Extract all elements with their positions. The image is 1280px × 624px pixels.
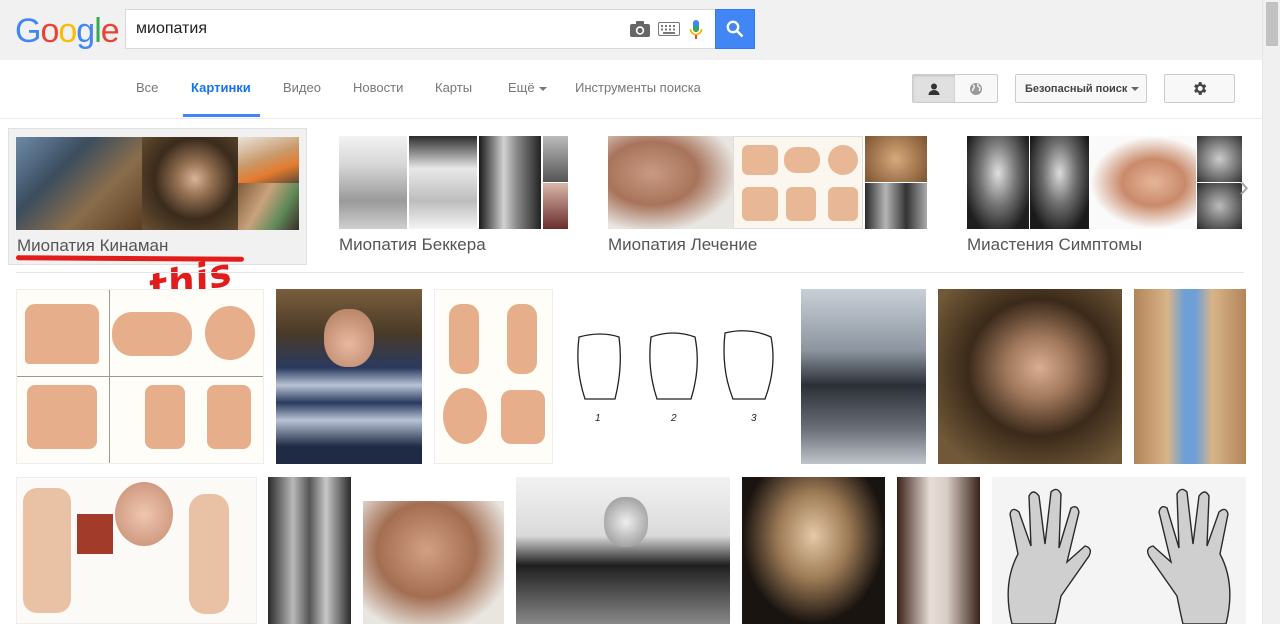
tab-more-label: Ещё (508, 80, 535, 95)
logo-letter: g (76, 12, 95, 50)
personal-results-toggle (912, 74, 998, 103)
result-image[interactable] (276, 289, 422, 464)
related-card-label: Миопатия Беккера (339, 235, 486, 254)
related-card-label: Миастения Симптомы (967, 235, 1143, 254)
tab-news[interactable]: Новости (353, 80, 403, 95)
related-card-becker[interactable]: Миопатия Беккера (331, 128, 576, 265)
related-image (142, 137, 238, 230)
tab-search-tools[interactable]: Инструменты поиска (575, 80, 701, 95)
svg-text:1: 1 (595, 413, 601, 424)
related-image (409, 136, 477, 229)
related-image (733, 136, 863, 229)
person-icon (928, 83, 940, 95)
logo-letter: e (100, 12, 120, 50)
related-image (543, 183, 568, 229)
related-image (967, 136, 1029, 229)
globe-icon (970, 82, 982, 95)
related-card-myasthenia[interactable]: Миастения Симптомы (959, 128, 1249, 265)
result-image[interactable] (938, 289, 1122, 464)
result-image[interactable] (992, 477, 1246, 624)
svg-text:3: 3 (751, 413, 757, 424)
related-card-label: Миопатия Лечение (608, 235, 758, 254)
related-image (238, 137, 299, 183)
keyboard-icon[interactable] (657, 20, 681, 38)
related-image (543, 136, 568, 182)
tab-all[interactable]: Все (136, 80, 158, 95)
result-image[interactable] (434, 289, 553, 464)
related-card-label: Миопатия Кинаман (17, 236, 169, 255)
camera-icon[interactable] (628, 18, 652, 40)
related-image (865, 183, 927, 229)
section-divider (16, 272, 1244, 273)
search-input[interactable] (136, 18, 616, 40)
related-image (1090, 136, 1196, 229)
global-results-button[interactable] (955, 75, 997, 102)
tab-images[interactable]: Картинки (191, 80, 251, 95)
search-box (125, 9, 716, 49)
related-image (865, 136, 927, 182)
result-image[interactable]: 1 2 3 (565, 327, 789, 425)
related-card-kinaman[interactable]: Миопатия Кинаман (8, 128, 307, 265)
google-images-page: Google Все Картинки Видео Новости Карты … (0, 0, 1280, 624)
chevron-down-icon (538, 86, 547, 91)
result-image[interactable] (1134, 289, 1246, 464)
result-image[interactable] (16, 289, 264, 464)
result-image[interactable] (16, 477, 257, 624)
personal-results-button[interactable] (913, 75, 955, 102)
top-bar: Google (0, 0, 1262, 60)
google-logo[interactable]: Google (15, 12, 120, 51)
page-scrollbar[interactable] (1262, 0, 1280, 624)
search-tabs-bar: Все Картинки Видео Новости Карты Ещё Инс… (0, 60, 1262, 119)
result-image[interactable] (897, 477, 980, 624)
result-image[interactable] (742, 477, 885, 624)
tab-video[interactable]: Видео (283, 80, 321, 95)
result-image[interactable] (363, 501, 504, 624)
related-image (479, 136, 541, 229)
result-image[interactable] (516, 477, 730, 624)
chevron-down-icon (1131, 86, 1140, 91)
related-card-treatment[interactable]: Миопатия Лечение (600, 128, 935, 265)
chevron-right-icon[interactable]: › (1233, 170, 1255, 204)
tab-more[interactable]: Ещё (508, 80, 547, 95)
related-image (16, 137, 142, 230)
gear-icon (1194, 82, 1207, 95)
svg-text:2: 2 (670, 413, 677, 424)
result-image[interactable] (801, 289, 926, 464)
safe-search-label: Безопасный поиск (1025, 82, 1128, 95)
related-image (339, 136, 407, 229)
result-image[interactable] (268, 477, 351, 624)
related-image (608, 136, 733, 229)
search-icon (726, 20, 744, 38)
microphone-icon[interactable] (686, 18, 706, 42)
logo-letter: G (15, 12, 41, 50)
scrollbar-thumb[interactable] (1266, 2, 1278, 46)
logo-letter: o (58, 12, 77, 50)
search-button[interactable] (715, 9, 755, 49)
active-tab-indicator (183, 114, 260, 117)
tab-maps[interactable]: Карты (435, 80, 472, 95)
logo-letter: o (40, 12, 59, 50)
related-image (1030, 136, 1089, 229)
settings-button[interactable] (1164, 74, 1235, 103)
related-image (238, 183, 299, 230)
safe-search-dropdown[interactable]: Безопасный поиск (1015, 74, 1147, 103)
